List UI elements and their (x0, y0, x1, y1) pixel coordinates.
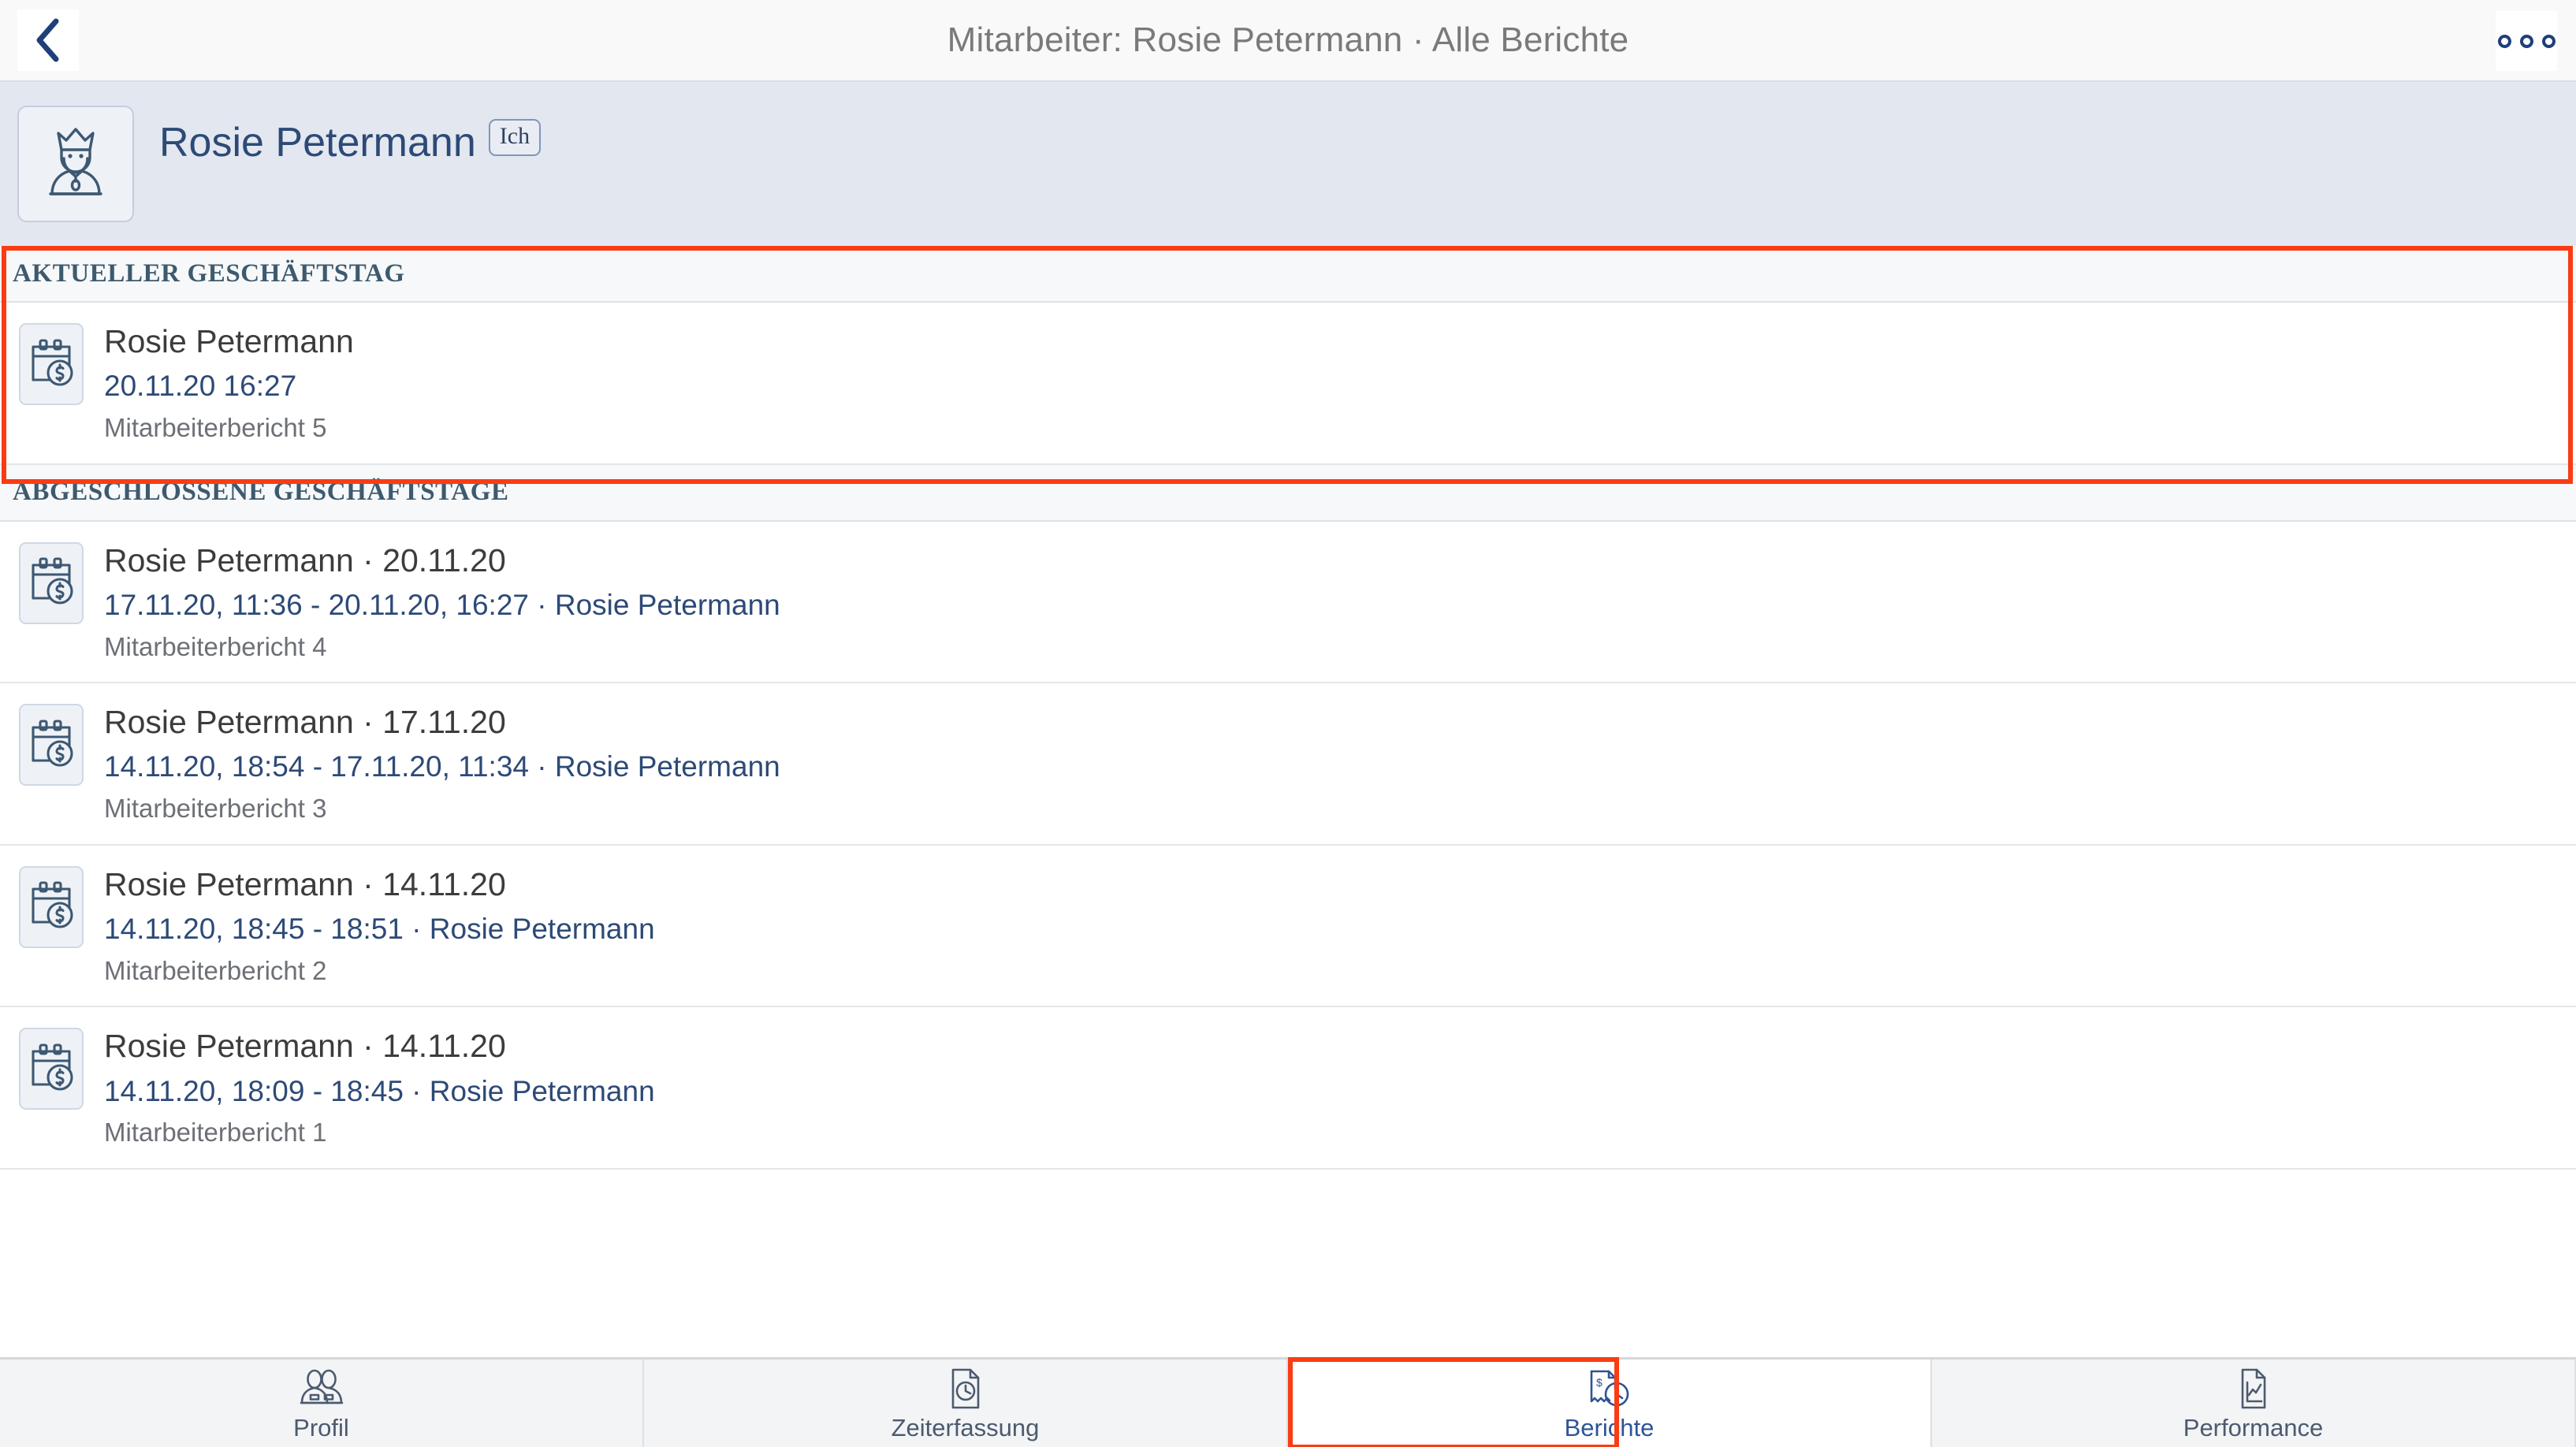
overflow-menu-button[interactable] (2496, 11, 2557, 71)
row-icon-tile (19, 323, 84, 405)
tab-label: Zeiterfassung (891, 1414, 1040, 1441)
tab-label: Profil (293, 1414, 349, 1441)
row-subtitle: 17.11.20, 11:36 - 20.11.20, 16:27 · Rosi… (104, 588, 780, 621)
section-header-current: AKTUELLER GESCHÄFTSTAG (0, 246, 2576, 303)
row-meta: Mitarbeiterbericht 1 (104, 1118, 327, 1148)
row-title: Rosie Petermann · 17.11.20 (104, 704, 506, 741)
calendar-dollar-icon (27, 337, 76, 392)
back-button[interactable] (17, 9, 79, 71)
row-subtitle: 14.11.20, 18:09 - 18:45 · Rosie Peterman… (104, 1074, 655, 1107)
tab-zeiterfassung[interactable]: Zeiterfassung (644, 1360, 1288, 1447)
row-title: Rosie Petermann · 14.11.20 (104, 865, 506, 902)
section-header-completed: ABGESCHLOSSENE GESCHÄFTSTAGE (0, 464, 2576, 522)
row-icon-tile (19, 1028, 84, 1110)
row-text: Rosie Petermann · 20.11.20 17.11.20, 11:… (104, 539, 780, 665)
row-icon-tile (19, 704, 84, 787)
calendar-dollar-icon (27, 879, 76, 935)
row-meta: Mitarbeiterbericht 5 (104, 413, 327, 443)
calendar-dollar-icon (27, 1041, 76, 1097)
list-item[interactable]: Rosie Petermann · 14.11.20 14.11.20, 18:… (0, 1007, 2576, 1170)
row-subtitle: 20.11.20 16:27 (104, 370, 297, 403)
tab-profil[interactable]: Profil (0, 1360, 644, 1447)
section-label: ABGESCHLOSSENE GESCHÄFTSTAGE (13, 478, 509, 507)
chevron-left-icon (32, 17, 64, 63)
svg-text:$: $ (1596, 1376, 1603, 1389)
overflow-menu-icon (2519, 34, 2533, 48)
overflow-menu-icon (2497, 34, 2511, 48)
two-people-icon (299, 1367, 344, 1411)
calendar-dollar-icon (27, 555, 76, 611)
document-chart-icon (2235, 1367, 2273, 1411)
bottom-tabbar: Profil Zeiterfassung $ Berichte Performa… (0, 1357, 2576, 1447)
tab-performance[interactable]: Performance (1932, 1360, 2576, 1447)
row-text: Rosie Petermann · 17.11.20 14.11.20, 18:… (104, 701, 780, 827)
row-title: Rosie Petermann · 14.11.20 (104, 1028, 506, 1065)
document-clock-icon (947, 1367, 985, 1411)
avatar (17, 106, 134, 222)
receipt-clock-icon: $ (1587, 1367, 1632, 1411)
tab-label: Performance (2183, 1414, 2324, 1441)
row-icon-tile (19, 541, 84, 624)
row-title: Rosie Petermann (104, 323, 354, 359)
tab-label: Berichte (1564, 1414, 1655, 1441)
page-title: Mitarbeiter: Rosie Petermann · Alle Beri… (947, 20, 1629, 59)
list-item[interactable]: Rosie Petermann · 14.11.20 14.11.20, 18:… (0, 845, 2576, 1008)
king-avatar-icon (39, 123, 112, 206)
list-item[interactable]: Rosie Petermann · 20.11.20 17.11.20, 11:… (0, 521, 2576, 684)
row-text: Rosie Petermann · 14.11.20 14.11.20, 18:… (104, 863, 655, 989)
row-title: Rosie Petermann · 20.11.20 (104, 541, 506, 578)
row-meta: Mitarbeiterbericht 4 (104, 631, 327, 661)
calendar-dollar-icon (27, 717, 76, 773)
row-text: Rosie Petermann · 14.11.20 14.11.20, 18:… (104, 1025, 655, 1151)
section-label: AKTUELLER GESCHÄFTSTAG (13, 259, 405, 288)
row-text: Rosie Petermann 20.11.20 16:27 Mitarbeit… (104, 320, 354, 446)
app-root: Mitarbeiter: Rosie Petermann · Alle Beri… (0, 0, 2576, 1447)
row-meta: Mitarbeiterbericht 3 (104, 794, 327, 824)
overflow-menu-icon (2541, 34, 2556, 48)
row-subtitle: 14.11.20, 18:54 - 17.11.20, 11:34 · Rosi… (104, 750, 780, 783)
tab-berichte[interactable]: $ Berichte (1288, 1360, 1932, 1447)
me-badge: Ich (488, 119, 542, 156)
row-subtitle: 14.11.20, 18:45 - 18:51 · Rosie Peterman… (104, 913, 655, 946)
list-item[interactable]: Rosie Petermann · 17.11.20 14.11.20, 18:… (0, 683, 2576, 846)
row-icon-tile (19, 865, 84, 948)
profile-name: Rosie Petermann (159, 120, 476, 166)
profile-header: Rosie Petermann Ich (0, 82, 2576, 246)
list-item[interactable]: Rosie Petermann 20.11.20 16:27 Mitarbeit… (0, 303, 2576, 465)
report-list: AKTUELLER GESCHÄFTSTAG Rosie Petermann 2… (0, 246, 2576, 1357)
top-navbar: Mitarbeiter: Rosie Petermann · Alle Beri… (0, 0, 2576, 82)
row-meta: Mitarbeiterbericht 2 (104, 955, 327, 985)
profile-name-group: Rosie Petermann Ich (159, 119, 542, 166)
